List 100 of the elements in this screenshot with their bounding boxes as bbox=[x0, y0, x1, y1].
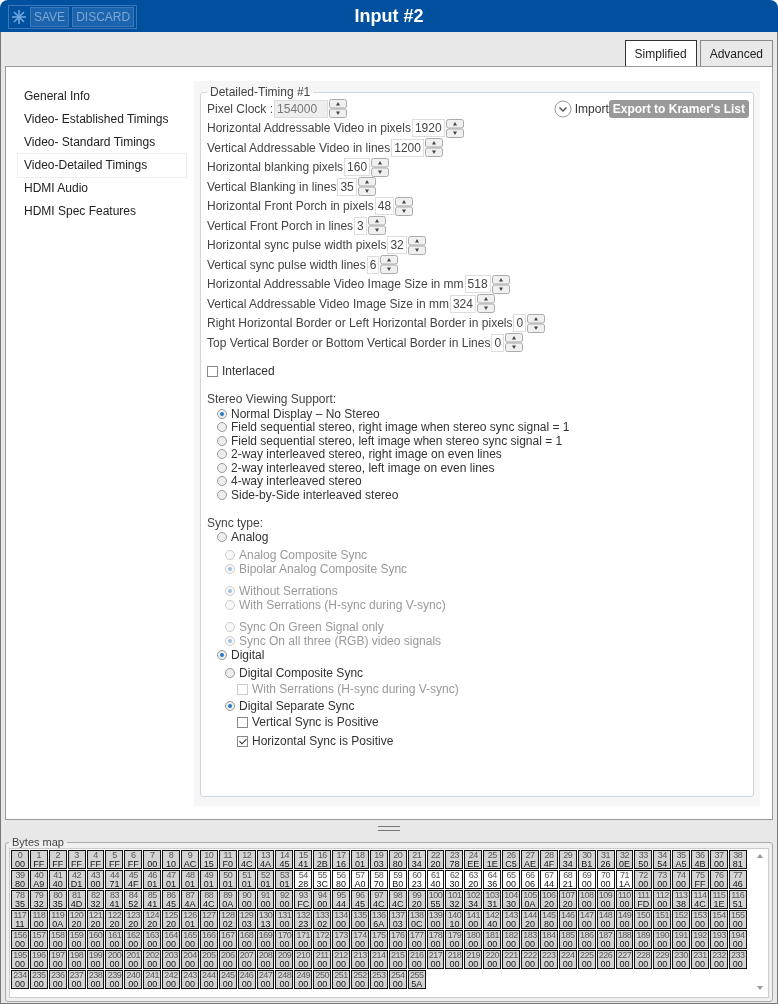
byte-cell[interactable]: 199 00 bbox=[86, 950, 105, 969]
byte-cell[interactable]: 125 20 bbox=[162, 910, 180, 929]
byte-cell[interactable]: 113 38 bbox=[672, 890, 691, 909]
byte-cell[interactable]: 41 40 bbox=[48, 870, 67, 889]
byte-cell[interactable]: 240 00 bbox=[124, 970, 143, 989]
spinner-arrows-icon[interactable] bbox=[445, 118, 464, 138]
spinner-arrows-icon[interactable] bbox=[395, 196, 414, 216]
byte-cell[interactable]: 187 00 bbox=[596, 930, 615, 949]
byte-cell[interactable]: 57 A0 bbox=[351, 870, 369, 889]
byte-cell[interactable]: 133 02 bbox=[313, 910, 332, 929]
byte-cell[interactable]: 8 10 bbox=[162, 850, 180, 869]
byte-cell[interactable]: 92 00 bbox=[275, 890, 294, 909]
byte-cell[interactable]: 210 00 bbox=[294, 950, 313, 969]
byte-cell[interactable]: 157 00 bbox=[29, 930, 48, 949]
byte-cell[interactable]: 184 00 bbox=[539, 930, 558, 949]
number-field[interactable]: 1920 bbox=[411, 119, 445, 138]
number-field[interactable]: 0 bbox=[491, 333, 505, 352]
byte-cell[interactable]: 170 00 bbox=[275, 930, 294, 949]
byte-cell[interactable]: 47 01 bbox=[162, 870, 180, 889]
byte-cell[interactable]: 99 20 bbox=[407, 890, 426, 909]
byte-cell[interactable]: 40 A9 bbox=[29, 870, 48, 889]
byte-cell[interactable]: 79 32 bbox=[29, 890, 48, 909]
byte-cell[interactable]: 251 00 bbox=[332, 970, 351, 989]
byte-cell[interactable]: 252 00 bbox=[351, 970, 369, 989]
byte-cell[interactable]: 61 40 bbox=[426, 870, 445, 889]
radio-button[interactable] bbox=[217, 449, 227, 460]
byte-cell[interactable]: 56 80 bbox=[332, 870, 351, 889]
byte-cell[interactable]: 95 44 bbox=[332, 890, 351, 909]
byte-cell[interactable]: 179 00 bbox=[445, 930, 464, 949]
byte-cell[interactable]: 123 20 bbox=[124, 910, 143, 929]
radio-button[interactable] bbox=[217, 649, 227, 660]
byte-cell[interactable]: 150 00 bbox=[634, 910, 653, 929]
byte-cell[interactable]: 130 13 bbox=[256, 910, 275, 929]
byte-cell[interactable]: 114 4C bbox=[691, 890, 709, 909]
byte-cell[interactable]: 109 00 bbox=[596, 890, 615, 909]
byte-cell[interactable]: 97 4C bbox=[369, 890, 388, 909]
byte-cell[interactable]: 22 20 bbox=[426, 850, 445, 869]
byte-cell[interactable]: 220 00 bbox=[483, 950, 502, 969]
byte-cell[interactable]: 250 00 bbox=[313, 970, 332, 989]
byte-cell[interactable]: 206 00 bbox=[218, 950, 237, 969]
number-field[interactable]: 1200 bbox=[391, 138, 424, 157]
byte-cell[interactable]: 152 00 bbox=[672, 910, 691, 929]
number-field[interactable]: 324 bbox=[449, 294, 476, 313]
byte-cell[interactable]: 83 41 bbox=[105, 890, 124, 909]
byte-cell[interactable]: 105 0A bbox=[521, 890, 539, 909]
byte-cell[interactable]: 128 02 bbox=[218, 910, 237, 929]
byte-cell[interactable]: 255 5A bbox=[407, 970, 426, 989]
byte-cell[interactable]: 70 00 bbox=[596, 870, 615, 889]
byte-cell[interactable]: 232 00 bbox=[709, 950, 728, 969]
byte-cell[interactable]: 144 20 bbox=[521, 910, 539, 929]
byte-cell[interactable]: 229 00 bbox=[653, 950, 672, 969]
byte-cell[interactable]: 166 00 bbox=[199, 930, 218, 949]
byte-cell[interactable]: 238 00 bbox=[86, 970, 105, 989]
byte-cell[interactable]: 98 4C bbox=[388, 890, 407, 909]
byte-cell[interactable]: 201 00 bbox=[124, 950, 143, 969]
byte-cell[interactable]: 218 00 bbox=[445, 950, 464, 969]
byte-cell[interactable]: 163 00 bbox=[143, 930, 162, 949]
byte-cell[interactable]: 62 30 bbox=[445, 870, 464, 889]
radio-button[interactable] bbox=[217, 408, 227, 419]
byte-cell[interactable]: 90 00 bbox=[237, 890, 256, 909]
byte-cell[interactable]: 63 20 bbox=[464, 870, 483, 889]
byte-cell[interactable]: 202 00 bbox=[143, 950, 162, 969]
byte-cell[interactable]: 172 00 bbox=[313, 930, 332, 949]
byte-cell[interactable]: 32 0E bbox=[615, 850, 634, 869]
spinner-arrows-icon[interactable] bbox=[407, 235, 426, 255]
byte-cell[interactable]: 52 01 bbox=[256, 870, 275, 889]
byte-cell[interactable]: 65 00 bbox=[502, 870, 521, 889]
byte-cell[interactable]: 162 00 bbox=[124, 930, 143, 949]
byte-cell[interactable]: 168 00 bbox=[237, 930, 256, 949]
byte-cell[interactable]: 54 28 bbox=[294, 870, 313, 889]
byte-cell[interactable]: 27 AE bbox=[521, 850, 539, 869]
byte-cell[interactable]: 226 00 bbox=[596, 950, 615, 969]
spinner-arrows-icon[interactable] bbox=[367, 216, 386, 236]
byte-cell[interactable]: 160 00 bbox=[86, 930, 105, 949]
chevron-down-icon[interactable] bbox=[553, 99, 572, 118]
byte-cell[interactable]: 10 15 bbox=[199, 850, 218, 869]
byte-cell[interactable]: 67 44 bbox=[539, 870, 558, 889]
byte-cell[interactable]: 23 78 bbox=[445, 850, 464, 869]
byte-cell[interactable]: 244 00 bbox=[199, 970, 218, 989]
byte-cell[interactable]: 18 01 bbox=[351, 850, 369, 869]
checkbox[interactable] bbox=[207, 365, 218, 377]
byte-cell[interactable]: 193 00 bbox=[709, 930, 728, 949]
asterisk-icon[interactable] bbox=[11, 9, 27, 25]
byte-cell[interactable]: 190 00 bbox=[653, 930, 672, 949]
byte-cell[interactable]: 88 4C bbox=[199, 890, 218, 909]
byte-cell[interactable]: 80 35 bbox=[48, 890, 67, 909]
spinner-arrows-icon[interactable] bbox=[505, 333, 524, 353]
byte-cell[interactable]: 85 41 bbox=[143, 890, 162, 909]
byte-cell[interactable]: 74 00 bbox=[672, 870, 691, 889]
byte-cell[interactable]: 124 20 bbox=[143, 910, 162, 929]
spinner-arrows-icon[interactable] bbox=[357, 177, 376, 197]
spinner-arrows-icon[interactable] bbox=[424, 138, 443, 158]
byte-cell[interactable]: 228 00 bbox=[634, 950, 653, 969]
byte-cell[interactable]: 38 81 bbox=[728, 850, 747, 869]
byte-cell[interactable]: 84 52 bbox=[124, 890, 143, 909]
byte-cell[interactable]: 36 4B bbox=[691, 850, 709, 869]
byte-cell[interactable]: 15 41 bbox=[294, 850, 313, 869]
byte-cell[interactable]: 194 00 bbox=[728, 930, 747, 949]
sidebar-item[interactable]: HDMI Audio bbox=[18, 177, 186, 200]
byte-cell[interactable]: 94 00 bbox=[313, 890, 332, 909]
